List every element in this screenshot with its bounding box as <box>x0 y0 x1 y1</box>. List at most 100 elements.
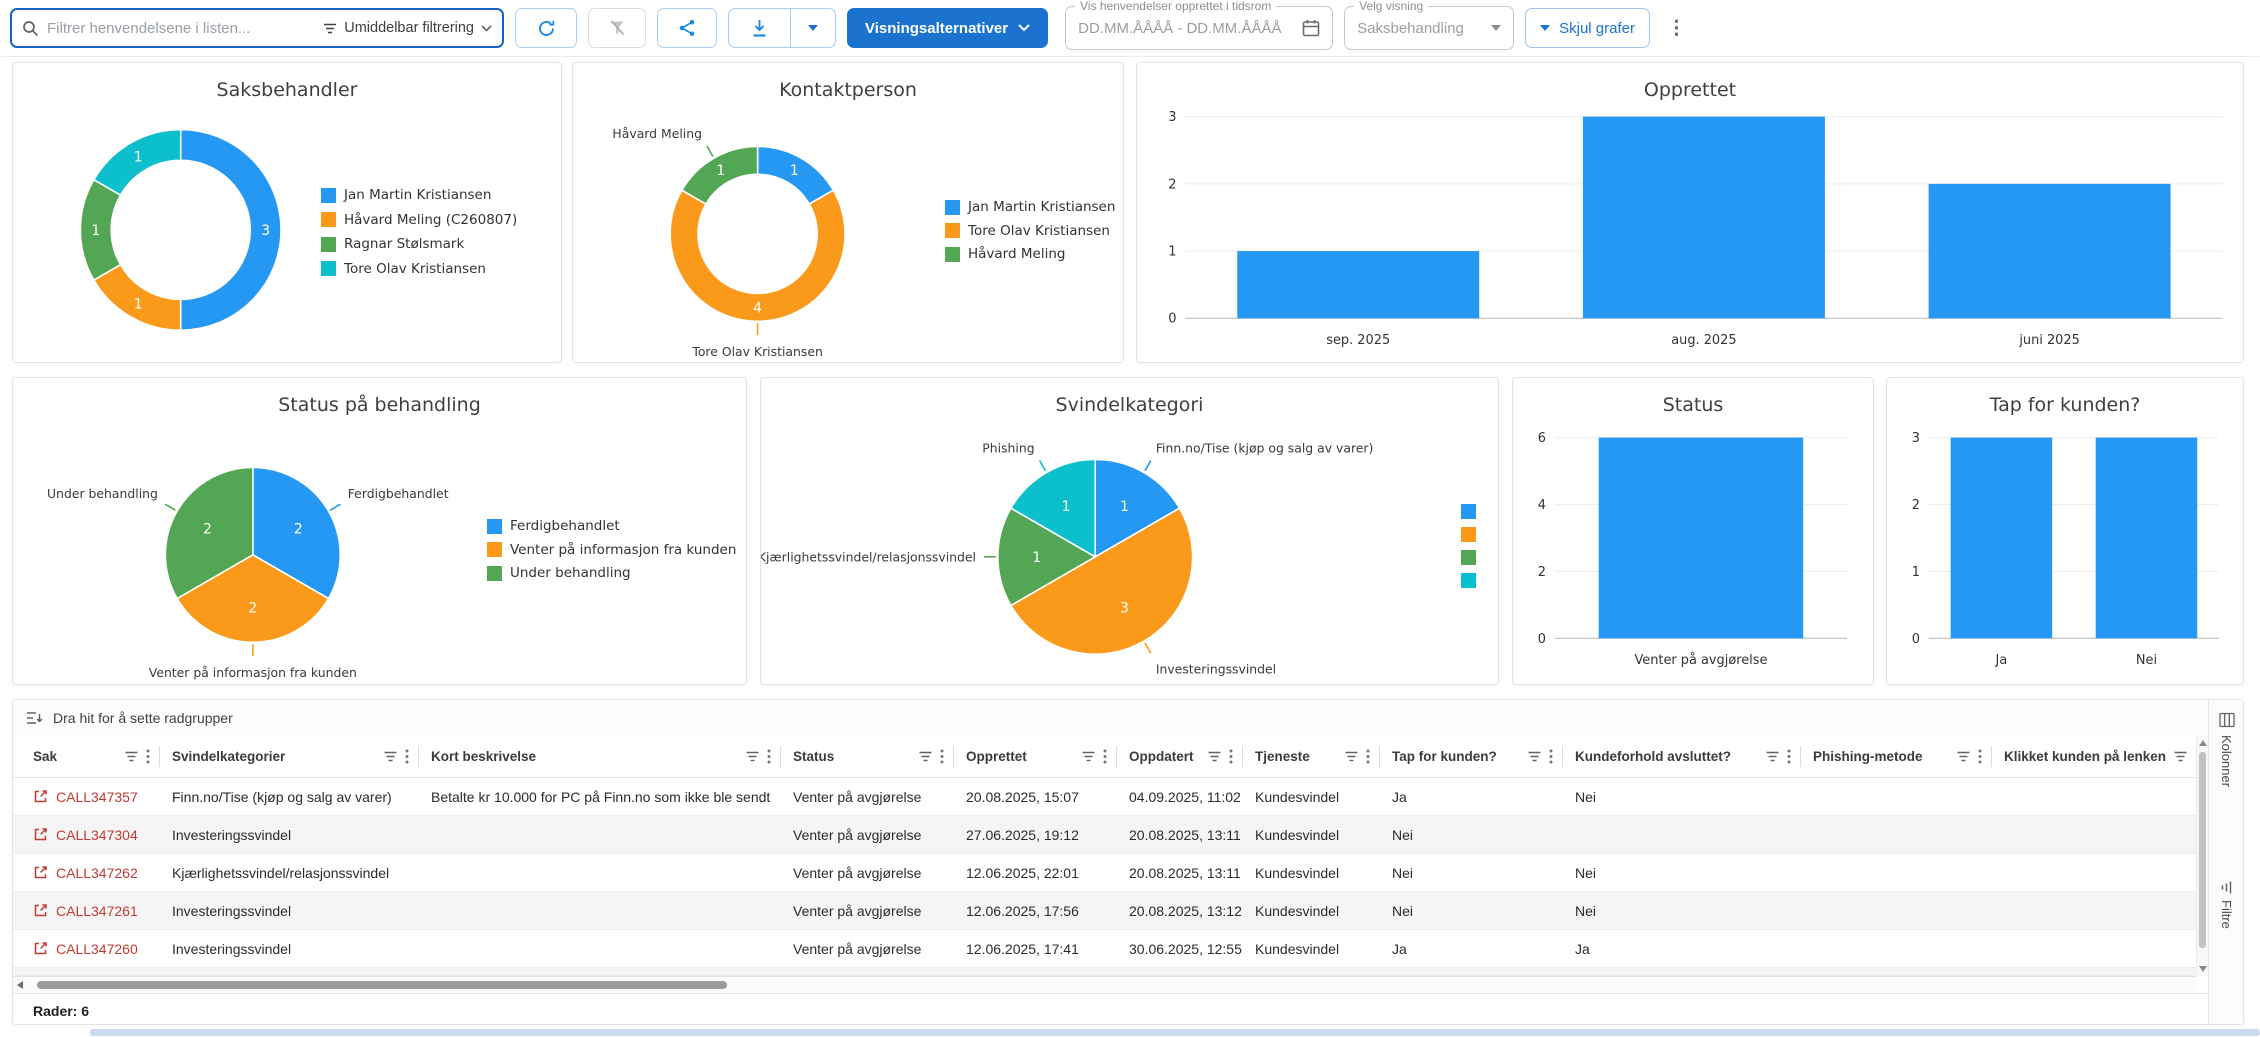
table-row[interactable]: CALL347261InvesteringssvindelVenter på a… <box>13 892 2196 930</box>
scroll-up-icon[interactable] <box>2199 740 2207 746</box>
more-options-icon[interactable]: ⋮ <box>1661 19 1692 38</box>
column-header-Kort beskrivelse[interactable]: Kort beskrivelse <box>419 736 781 777</box>
column-header-Klikket kunden på lenken?[interactable]: Klikket kunden på lenken? <box>1992 736 2196 777</box>
y-tick-label: 3 <box>1912 431 1920 446</box>
status-behandling-pie-chart: 2Ferdigbehandlet2Venter på informasjon f… <box>13 378 746 684</box>
column-header-Oppdatert[interactable]: Oppdatert <box>1117 736 1243 777</box>
column-filter-icon[interactable] <box>746 751 759 762</box>
y-tick-label: 4 <box>1538 498 1546 513</box>
horizontal-scrollbar[interactable] <box>13 976 2196 993</box>
sak-cell: CALL347262 <box>21 865 160 881</box>
legend-swatch <box>321 261 336 276</box>
column-header-Phishing-metode[interactable]: Phishing-metode <box>1801 736 1992 777</box>
column-menu-icon[interactable] <box>940 749 944 764</box>
case-link[interactable]: CALL347260 <box>56 941 138 957</box>
refresh-button[interactable] <box>515 8 577 48</box>
callout-label: Kjærlighetssvindel/relasjonssvindel <box>761 549 976 564</box>
column-menu-icon[interactable] <box>1549 749 1553 764</box>
legend-swatch <box>1461 573 1476 588</box>
download-button[interactable] <box>729 9 790 47</box>
case-link[interactable]: CALL347262 <box>56 865 138 881</box>
bar-Nei[interactable] <box>2096 438 2198 639</box>
bar-sep. 2025[interactable] <box>1237 251 1479 318</box>
search-input[interactable]: Filtrer henvendelsene i listen... Umidde… <box>10 8 504 48</box>
column-header-Svindelkategorier[interactable]: Svindelkategorier <box>160 736 419 777</box>
column-header-Tjeneste[interactable]: Tjeneste <box>1243 736 1380 777</box>
table-cell: 20.08.2025, 13:11 <box>1117 865 1243 881</box>
calendar-icon[interactable] <box>1302 19 1320 37</box>
vertical-scroll-thumb[interactable] <box>2199 752 2206 948</box>
bar-aug. 2025[interactable] <box>1583 117 1825 319</box>
tab-filters[interactable]: Filtre <box>2209 882 2244 929</box>
view-options-button[interactable]: Visningsalternativer <box>847 8 1048 48</box>
case-link[interactable]: CALL347357 <box>56 789 138 805</box>
column-header-Opprettet[interactable]: Opprettet <box>954 736 1117 777</box>
bar-Venter på avgjørelse[interactable] <box>1599 438 1803 639</box>
column-filter-icon[interactable] <box>125 751 138 762</box>
column-filter-icon[interactable] <box>1082 751 1095 762</box>
case-link[interactable]: CALL347261 <box>56 903 138 919</box>
date-range-field[interactable]: Vis henvendelser opprettet i tidsrom DD.… <box>1065 6 1333 50</box>
table-cell: Venter på avgjørelse <box>781 789 954 805</box>
column-header-Kundeforhold avsluttet?[interactable]: Kundeforhold avsluttet? <box>1563 736 1801 777</box>
open-case-icon[interactable] <box>33 865 48 880</box>
hide-charts-button[interactable]: Skjul grafer <box>1525 8 1650 48</box>
column-menu-icon[interactable] <box>1103 749 1107 764</box>
column-header-Tap for kunden?[interactable]: Tap for kunden? <box>1380 736 1563 777</box>
legend-item <box>1461 550 1476 565</box>
legend-label: Håvard Meling (C260807) <box>344 212 517 228</box>
page-scrollbar[interactable] <box>90 1029 2260 1036</box>
bar-juni 2025[interactable] <box>1929 184 2171 318</box>
bar-Ja[interactable] <box>1951 438 2053 639</box>
tab-columns[interactable]: Kolonner <box>2209 712 2244 787</box>
scroll-left-icon[interactable] <box>17 981 23 989</box>
column-filter-icon[interactable] <box>1766 751 1779 762</box>
download-icon <box>751 19 768 37</box>
vertical-scrollbar[interactable] <box>2196 736 2208 976</box>
table-cell: 27.06.2025, 19:12 <box>954 827 1117 843</box>
column-filter-icon[interactable] <box>1957 751 1970 762</box>
share-button[interactable] <box>657 8 717 48</box>
table-row[interactable]: CALL347304InvesteringssvindelVenter på a… <box>13 816 2196 854</box>
view-select[interactable]: Velg visning Saksbehandling <box>1344 6 1514 50</box>
donut-slice-Ragnar Stølsmark[interactable] <box>80 180 120 280</box>
download-options-button[interactable] <box>790 9 835 47</box>
table-row[interactable]: CALL347357Finn.no/Tise (kjøp og salg av … <box>13 778 2196 816</box>
table-row-partial[interactable] <box>13 968 2196 976</box>
column-header-Sak[interactable]: Sak <box>21 736 160 777</box>
cases-table: Dra hit for å sette radgrupper SakSvinde… <box>12 699 2244 1025</box>
table-row[interactable]: CALL347262Kjærlighetssvindel/relasjonssv… <box>13 854 2196 892</box>
column-menu-icon[interactable] <box>1787 749 1791 764</box>
column-menu-icon[interactable] <box>1366 749 1370 764</box>
legend-item: Jan Martin Kristiansen <box>321 187 491 203</box>
y-tick-label: 0 <box>1912 632 1920 647</box>
column-filter-icon[interactable] <box>919 751 932 762</box>
column-header-Status[interactable]: Status <box>781 736 954 777</box>
open-case-icon[interactable] <box>33 903 48 918</box>
instant-filter-dropdown[interactable]: Umiddelbar filtrering <box>323 20 492 36</box>
table-cell: 20.08.2025, 13:11 <box>1117 827 1243 843</box>
open-case-icon[interactable] <box>33 941 48 956</box>
row-groups-dropzone[interactable]: Dra hit for å sette radgrupper <box>13 700 2243 737</box>
column-filter-icon[interactable] <box>384 751 397 762</box>
column-menu-icon[interactable] <box>405 749 409 764</box>
legend-label: Ragnar Stølsmark <box>344 236 464 252</box>
search-icon <box>22 20 39 37</box>
column-filter-icon[interactable] <box>1345 751 1358 762</box>
scroll-down-icon[interactable] <box>2199 966 2207 972</box>
callout-line <box>165 504 175 510</box>
column-menu-icon[interactable] <box>1978 749 1982 764</box>
open-case-icon[interactable] <box>33 789 48 804</box>
slice-value-label: 2 <box>248 600 257 616</box>
open-case-icon[interactable] <box>33 827 48 842</box>
column-menu-icon[interactable] <box>767 749 771 764</box>
horizontal-scroll-thumb[interactable] <box>37 981 727 989</box>
column-filter-icon[interactable] <box>1208 751 1221 762</box>
column-menu-icon[interactable] <box>1229 749 1233 764</box>
x-category-label: aug. 2025 <box>1671 333 1736 348</box>
column-filter-icon[interactable] <box>2174 751 2187 762</box>
column-menu-icon[interactable] <box>146 749 150 764</box>
case-link[interactable]: CALL347304 <box>56 827 138 843</box>
column-filter-icon[interactable] <box>1528 751 1541 762</box>
table-row[interactable]: CALL347260InvesteringssvindelVenter på a… <box>13 930 2196 968</box>
